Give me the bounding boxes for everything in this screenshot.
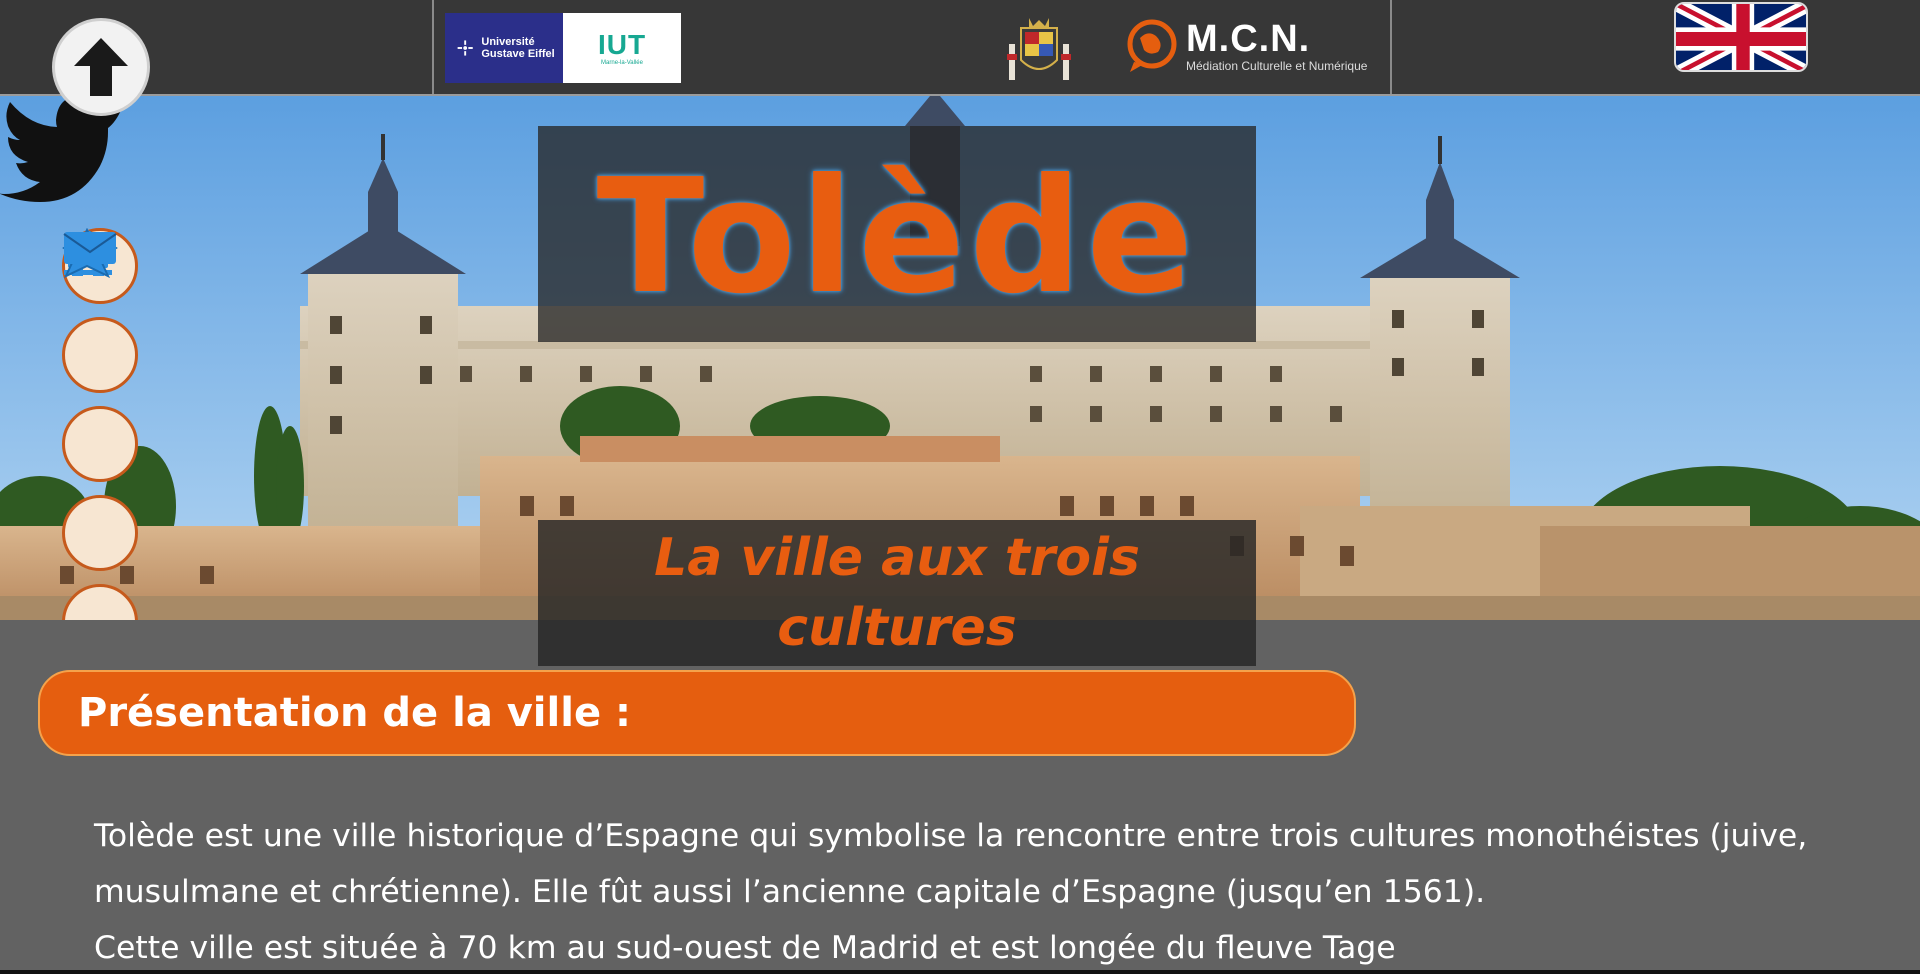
mcn-subtitle: Médiation Culturelle et Numérique (1186, 59, 1368, 73)
up-arrow-icon (74, 38, 128, 96)
nav-navigation-button[interactable] (62, 228, 138, 571)
iut-logo-subtext: Marne-la-Vallée (601, 60, 643, 66)
back-to-top-button[interactable] (52, 18, 150, 116)
paragraph: Cette ville est située à 70 km au sud-ou… (94, 930, 1396, 966)
top-bar: Université Gustave Eiffel IUT Marne-la-V… (0, 0, 1920, 96)
side-navigation (62, 228, 138, 620)
page-title: Tolède (596, 145, 1198, 329)
nav-contact-button[interactable] (62, 232, 138, 620)
page-title-panel: Tolède (538, 126, 1256, 342)
iut-logo-text: IUT (597, 29, 647, 60)
university-logo-text: Université Gustave Eiffel (481, 36, 555, 60)
iut-logo[interactable]: IUT Marne-la-Vallée (563, 13, 681, 83)
page-subtitle: La ville aux trois cultures (654, 528, 1140, 658)
section-heading: Présentation de la ville : (78, 690, 631, 736)
coat-of-arms-icon (1007, 18, 1071, 80)
university-logo[interactable]: Université Gustave Eiffel (445, 13, 563, 83)
mcn-title: M.C.N. (1186, 18, 1311, 60)
section-content: Tolède est une ville historique d’Espagn… (94, 808, 1884, 974)
divider (1390, 0, 1392, 94)
mcn-logo[interactable]: M.C.N. Médiation Culturelle et Numérique (1124, 14, 1367, 78)
paragraph: Tolède est une ville historique d’Espagn… (94, 818, 1808, 910)
section-header: Présentation de la ville : (38, 670, 1356, 756)
divider (0, 970, 1920, 974)
uk-flag-icon[interactable] (1674, 2, 1808, 72)
nav-museum-button[interactable] (62, 230, 138, 482)
page-subtitle-panel: La ville aux trois cultures (538, 520, 1256, 666)
star-icon (457, 40, 473, 56)
speech-bubble-icon (1127, 19, 1177, 72)
divider (432, 0, 434, 94)
nav-map-button[interactable] (62, 230, 138, 393)
mail-icon (63, 232, 117, 264)
